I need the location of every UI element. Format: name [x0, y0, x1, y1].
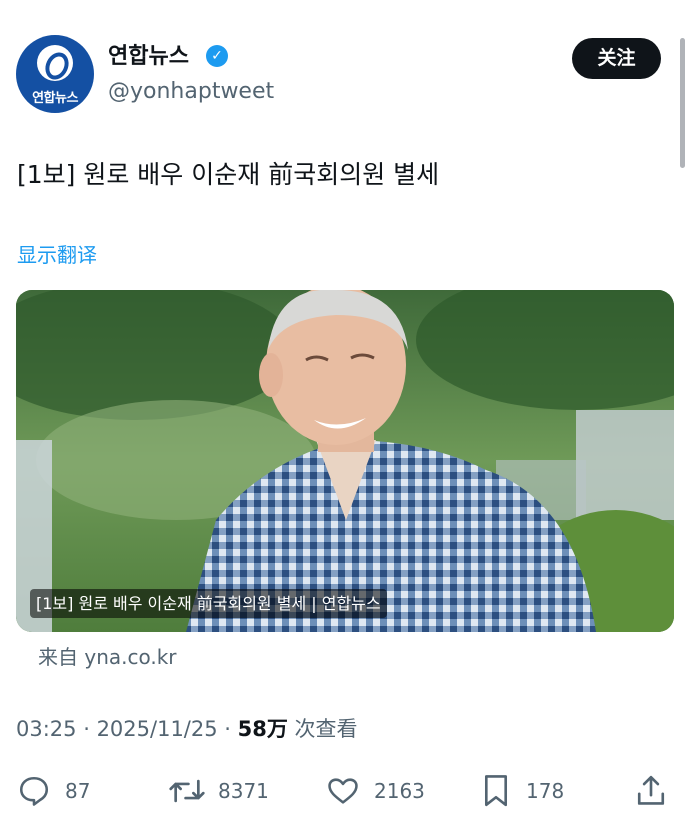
scrollbar[interactable]: [680, 38, 685, 168]
repost-icon: [169, 779, 205, 803]
repost-count: 8371: [218, 779, 269, 803]
reply-button[interactable]: 87: [17, 772, 90, 810]
bookmark-icon: [484, 775, 508, 807]
tweet-time[interactable]: 03:25: [16, 717, 77, 741]
follow-button[interactable]: 关注: [572, 38, 661, 79]
like-count: 2163: [374, 779, 425, 803]
media-image[interactable]: [1보] 원로 배우 이순재 前국회의원 별세 | 연합뉴스: [16, 290, 674, 632]
like-icon: [328, 778, 358, 804]
verified-badge-icon: ✓: [206, 45, 228, 67]
view-count: 58万: [237, 717, 288, 741]
link-source[interactable]: 来自 yna.co.kr: [38, 643, 177, 671]
share-icon: [637, 775, 665, 805]
reply-icon: [19, 776, 49, 806]
share-button[interactable]: [634, 772, 668, 810]
media-caption: [1보] 원로 배우 이순재 前국회의원 별세 | 연합뉴스: [30, 589, 387, 618]
user-handle[interactable]: @yonhaptweet: [108, 77, 274, 107]
photo-illustration: [16, 290, 674, 632]
avatar-logo-text: 연합뉴스: [32, 91, 78, 106]
meta-separator: ·: [217, 717, 238, 741]
reply-count: 87: [65, 779, 91, 803]
view-label: 次查看: [287, 717, 358, 741]
like-button[interactable]: 2163: [326, 772, 425, 810]
tweet-meta: 03:25 · 2025/11/25 · 58万 次查看: [16, 713, 358, 745]
repost-button[interactable]: 8371: [168, 772, 269, 810]
yonhap-logo-icon: [37, 45, 73, 81]
avatar[interactable]: 연합뉴스: [16, 35, 94, 113]
meta-separator: ·: [76, 717, 97, 741]
translate-link[interactable]: 显示翻译: [17, 240, 97, 270]
bookmark-button[interactable]: 178: [480, 772, 564, 810]
tweet-date[interactable]: 2025/11/25: [97, 717, 218, 741]
display-name[interactable]: 연합뉴스: [108, 42, 189, 72]
bookmark-count: 178: [526, 779, 565, 803]
tweet-text: [1보] 원로 배우 이순재 前국회의원 별세: [17, 160, 440, 189]
